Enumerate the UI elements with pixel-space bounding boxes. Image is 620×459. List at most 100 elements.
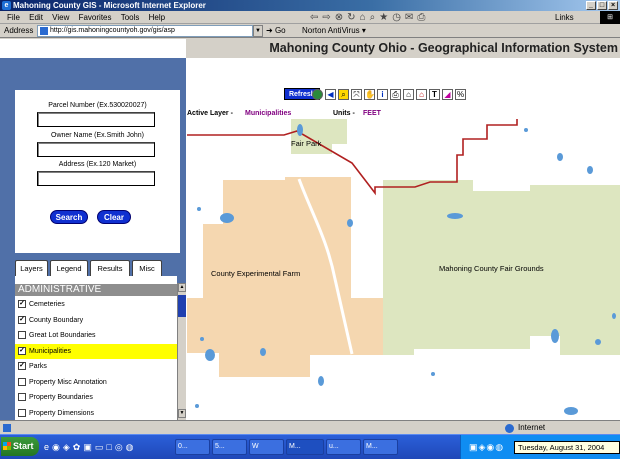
tray-icons[interactable]: ▣◈◉◍: [469, 442, 504, 453]
layer-checkbox[interactable]: [18, 331, 26, 339]
taskbar-item-3[interactable]: W: [249, 439, 284, 455]
tab-layers[interactable]: Layers: [15, 260, 48, 276]
menu-tools[interactable]: Tools: [121, 13, 140, 22]
print-icon[interactable]: ⎙: [390, 88, 401, 100]
layer-checkbox[interactable]: ✓: [18, 315, 26, 324]
measure-icon[interactable]: ⌂: [403, 88, 414, 100]
info-icon[interactable]: i: [377, 88, 388, 100]
parcel-number-input[interactable]: [37, 112, 155, 127]
pond: [197, 207, 201, 211]
scrollbar-thumb[interactable]: [178, 295, 186, 317]
minimize-button[interactable]: _: [586, 1, 596, 10]
media-quicklaunch-icon[interactable]: ◈: [63, 440, 70, 454]
start-label: Start: [13, 441, 34, 451]
forward-icon[interactable]: ⇨: [322, 12, 330, 23]
map-label-experimental-farm: County Experimental Farm: [211, 269, 300, 278]
taskbar-item-6[interactable]: M...: [363, 439, 398, 455]
search-icon[interactable]: ⌕: [370, 12, 376, 23]
active-layer-value: Municipalities: [245, 110, 292, 117]
taskbar-item-4[interactable]: M...: [286, 439, 324, 455]
outlook-quicklaunch-icon[interactable]: ✿: [73, 440, 81, 454]
eraser-icon[interactable]: ◢: [442, 88, 453, 100]
menu-file[interactable]: File: [7, 13, 20, 22]
layer-item[interactable]: ✓ Cemeteries: [15, 297, 177, 312]
layer-item[interactable]: Property Boundaries: [15, 390, 177, 405]
address-search-input[interactable]: [37, 171, 155, 186]
window-title: Mahoning County GIS - Microsoft Internet…: [13, 1, 206, 10]
norton-label: Norton AntiVirus: [302, 26, 360, 35]
desktop-quicklaunch-icon[interactable]: ▭: [95, 440, 104, 454]
refresh-icon[interactable]: ↻: [347, 12, 355, 23]
layer-checkbox[interactable]: ✓: [18, 362, 26, 370]
owner-name-input[interactable]: [37, 142, 155, 157]
zoom-in-icon[interactable]: ⌕: [338, 88, 349, 100]
pan-hand-icon[interactable]: ✋: [364, 88, 375, 100]
ie-quicklaunch-icon[interactable]: e: [44, 440, 49, 454]
menu-edit[interactable]: Edit: [29, 13, 43, 22]
layer-item[interactable]: Great Lot Boundaries: [15, 328, 177, 343]
percent-icon[interactable]: %: [455, 88, 466, 100]
tab-legend[interactable]: Legend: [50, 260, 88, 276]
scroll-down-arrow-icon[interactable]: ▼: [178, 409, 186, 418]
back-icon[interactable]: ⇦: [310, 12, 318, 23]
layer-label: Parks: [29, 363, 47, 370]
tab-results[interactable]: Results: [90, 260, 130, 276]
layer-checkbox[interactable]: ✓: [18, 346, 26, 355]
home-icon[interactable]: ⌂: [360, 12, 366, 23]
menu-view[interactable]: View: [52, 13, 69, 22]
window-quicklaunch-icon[interactable]: □: [106, 440, 111, 454]
layer-item[interactable]: Property Misc Annotation: [15, 375, 177, 390]
active-layer-bar: Active Layer - Municipalities Units - FE…: [186, 109, 620, 119]
mail-icon[interactable]: ✉: [405, 12, 413, 23]
close-button[interactable]: ×: [608, 1, 618, 10]
maximize-button[interactable]: □: [597, 1, 607, 10]
pond: [195, 404, 199, 408]
history-icon[interactable]: ◷: [392, 12, 401, 23]
address-dropdown-button[interactable]: ▼: [253, 25, 263, 37]
text-icon[interactable]: T: [429, 88, 440, 100]
network-quicklaunch-icon[interactable]: ◍: [126, 440, 134, 454]
layer-item[interactable]: Property Dimensions: [15, 406, 177, 421]
back-arrow-icon[interactable]: ◀: [325, 88, 336, 100]
layer-list-scrollbar[interactable]: ▲ ▼: [177, 283, 186, 420]
word-quicklaunch-icon[interactable]: ▣: [83, 440, 92, 454]
security-zone-label: Internet: [518, 423, 546, 432]
address-search-label: Address (Ex.120 Market): [58, 161, 137, 168]
taskbar-item-label: W: [252, 443, 259, 450]
taskbar-item-5[interactable]: u...: [326, 439, 361, 455]
layer-item[interactable]: ✓ Parks: [15, 359, 177, 374]
layer-item[interactable]: ✓ County Boundary: [15, 313, 177, 328]
map-canvas[interactable]: Fair Park County Experimental Farm Mahon…: [187, 119, 620, 420]
start-button[interactable]: Start: [1, 437, 39, 456]
chrome-quicklaunch-icon[interactable]: ◎: [115, 440, 123, 454]
taskbar-item-label: 0...: [178, 443, 188, 450]
tab-misc[interactable]: Misc: [132, 260, 162, 276]
address-input[interactable]: http://gis.mahoningcountyoh.gov/gis/asp: [37, 25, 253, 37]
layer-checkbox[interactable]: [18, 408, 26, 417]
layer-checkbox[interactable]: [18, 377, 26, 386]
layer-label: Municipalities: [29, 347, 72, 355]
norton-antivirus-button[interactable]: Norton AntiVirus ▾: [302, 24, 366, 38]
menu-help[interactable]: Help: [149, 13, 165, 22]
zoom-extent-icon[interactable]: ⤧: [351, 88, 362, 100]
globe-icon[interactable]: [312, 88, 323, 100]
search-button[interactable]: Search: [50, 210, 88, 224]
taskbar-item-1[interactable]: 0...: [175, 439, 210, 455]
scroll-up-arrow-icon[interactable]: ▲: [178, 283, 186, 292]
links-button[interactable]: Links: [555, 11, 574, 24]
explorer-quicklaunch-icon[interactable]: ◉: [52, 440, 60, 454]
go-button[interactable]: ➜ Go: [266, 24, 286, 38]
stop-icon[interactable]: ⊗: [335, 12, 343, 23]
buffer-icon[interactable]: ⌂: [416, 88, 427, 100]
layer-label: County Boundary: [29, 316, 84, 324]
menu-favorites[interactable]: Favorites: [79, 13, 112, 22]
layer-checkbox[interactable]: [18, 393, 26, 401]
layer-item[interactable]: ✓ Municipalities: [15, 343, 177, 359]
map-toolbar: ◀ ⌕ ⤧ ✋ i ⎙ ⌂ ⌂ T ◢ %: [312, 87, 466, 101]
favorites-icon[interactable]: ★: [379, 12, 388, 23]
pond: [205, 349, 215, 361]
taskbar-item-2[interactable]: 5...: [212, 439, 247, 455]
clear-button[interactable]: Clear: [97, 210, 131, 224]
print-page-icon[interactable]: ⎙: [417, 12, 425, 23]
layer-checkbox[interactable]: ✓: [18, 300, 26, 308]
